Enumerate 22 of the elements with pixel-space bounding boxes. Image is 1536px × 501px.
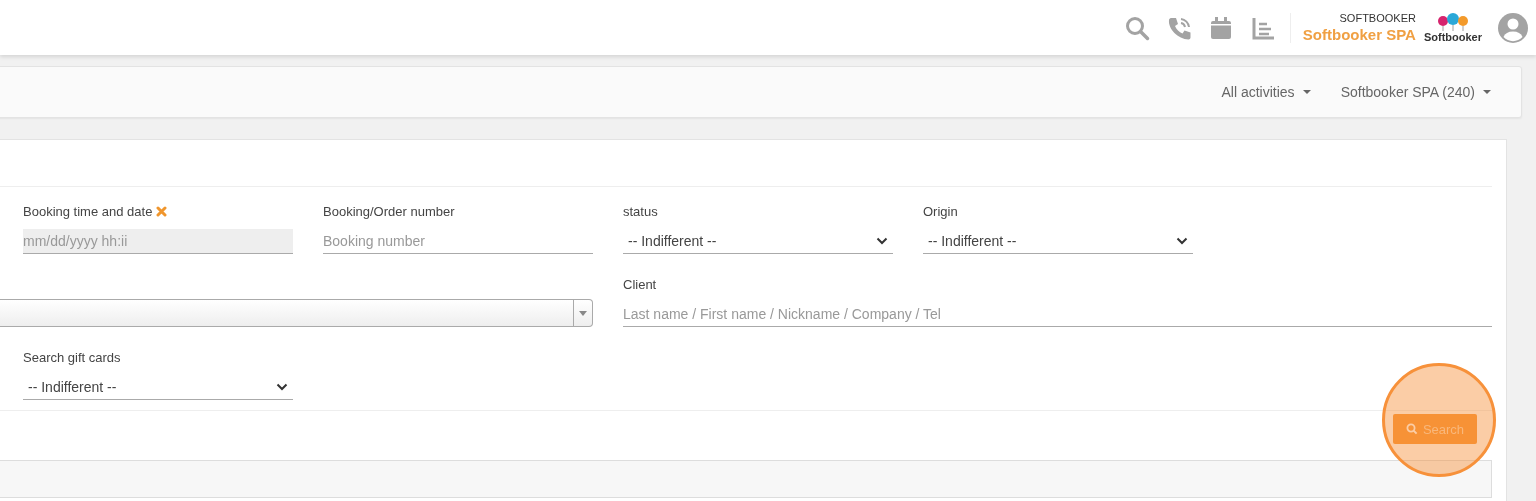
- chevron-icon: [276, 383, 288, 391]
- brand-logo: Softbooker: [1423, 12, 1482, 43]
- field-label: status: [623, 203, 658, 219]
- caret-icon: [579, 310, 587, 316]
- field-label: Client: [623, 276, 657, 292]
- account-caption: SOFTBOOKER: [1339, 12, 1416, 24]
- search-icon: [1405, 423, 1418, 435]
- field-label: Booking time and date: [23, 203, 153, 219]
- field-label: Booking/Order number: [323, 203, 455, 219]
- dropdown-menu[interactable]: Softbooker SPA (240): [1340, 84, 1491, 100]
- dropdown-menu[interactable]: All activities: [1221, 84, 1311, 100]
- select-field[interactable]: -- Indifferent --: [23, 375, 293, 400]
- user-avatar-icon[interactable]: [1498, 12, 1528, 43]
- select-field[interactable]: -- Indifferent --: [623, 229, 893, 254]
- select-field[interactable]: -- Indifferent --: [923, 229, 1193, 254]
- search-icon[interactable]: [1123, 14, 1150, 41]
- combo-field[interactable]: [0, 299, 593, 327]
- account-name: Softbooker SPA: [1302, 26, 1416, 43]
- field-label: Search gift cards: [23, 349, 121, 365]
- field-label: Origin: [923, 203, 958, 219]
- chevron-icon: [1176, 237, 1188, 245]
- chevron-icon: [876, 237, 888, 245]
